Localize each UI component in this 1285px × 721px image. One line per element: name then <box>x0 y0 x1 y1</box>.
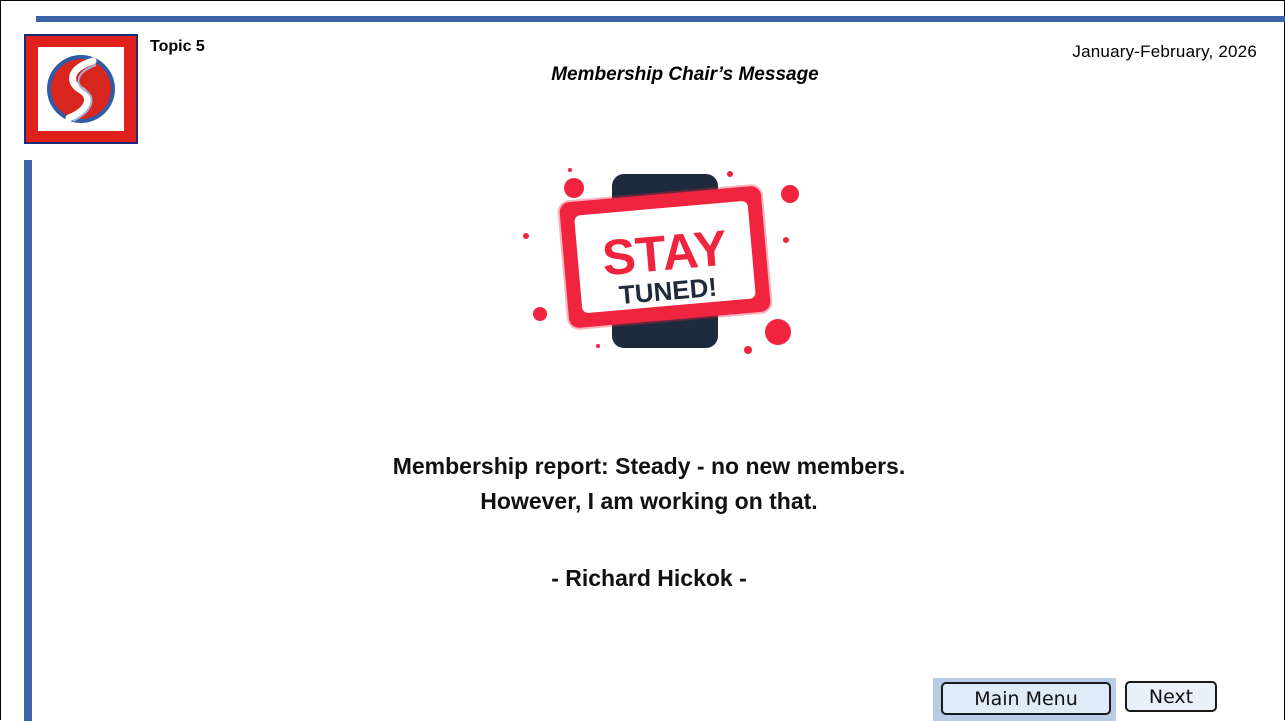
topic-label: Topic 5 <box>150 38 205 55</box>
decor-dot <box>744 346 752 354</box>
report-line: Membership report: Steady - no new membe… <box>392 453 906 479</box>
page-frame <box>0 0 1285 720</box>
decor-dot <box>765 319 791 345</box>
decor-dot <box>533 307 547 321</box>
top-accent-bar <box>36 16 1285 22</box>
page-title: Membership Chair’s Message <box>551 64 819 85</box>
left-accent-bar <box>24 160 32 721</box>
decor-dot <box>568 168 572 172</box>
decor-dot <box>783 237 789 243</box>
decor-dot <box>727 171 733 177</box>
decor-dot <box>564 178 584 198</box>
report-line: However, I am working on that. <box>480 488 818 514</box>
decor-dot <box>596 344 600 348</box>
membership-report: Membership report: Steady - no new membe… <box>0 449 1285 519</box>
stay-tuned-graphic: STAY TUNED! <box>523 168 799 354</box>
decor-dot <box>781 185 799 203</box>
main-menu-button[interactable]: Main Menu <box>941 682 1111 715</box>
author-signature: - Richard Hickok - <box>551 565 747 591</box>
next-button[interactable]: Next <box>1125 681 1217 712</box>
issue-date: January-February, 2026 <box>1072 42 1257 61</box>
company-logo <box>24 34 138 144</box>
decor-dot <box>523 233 529 239</box>
